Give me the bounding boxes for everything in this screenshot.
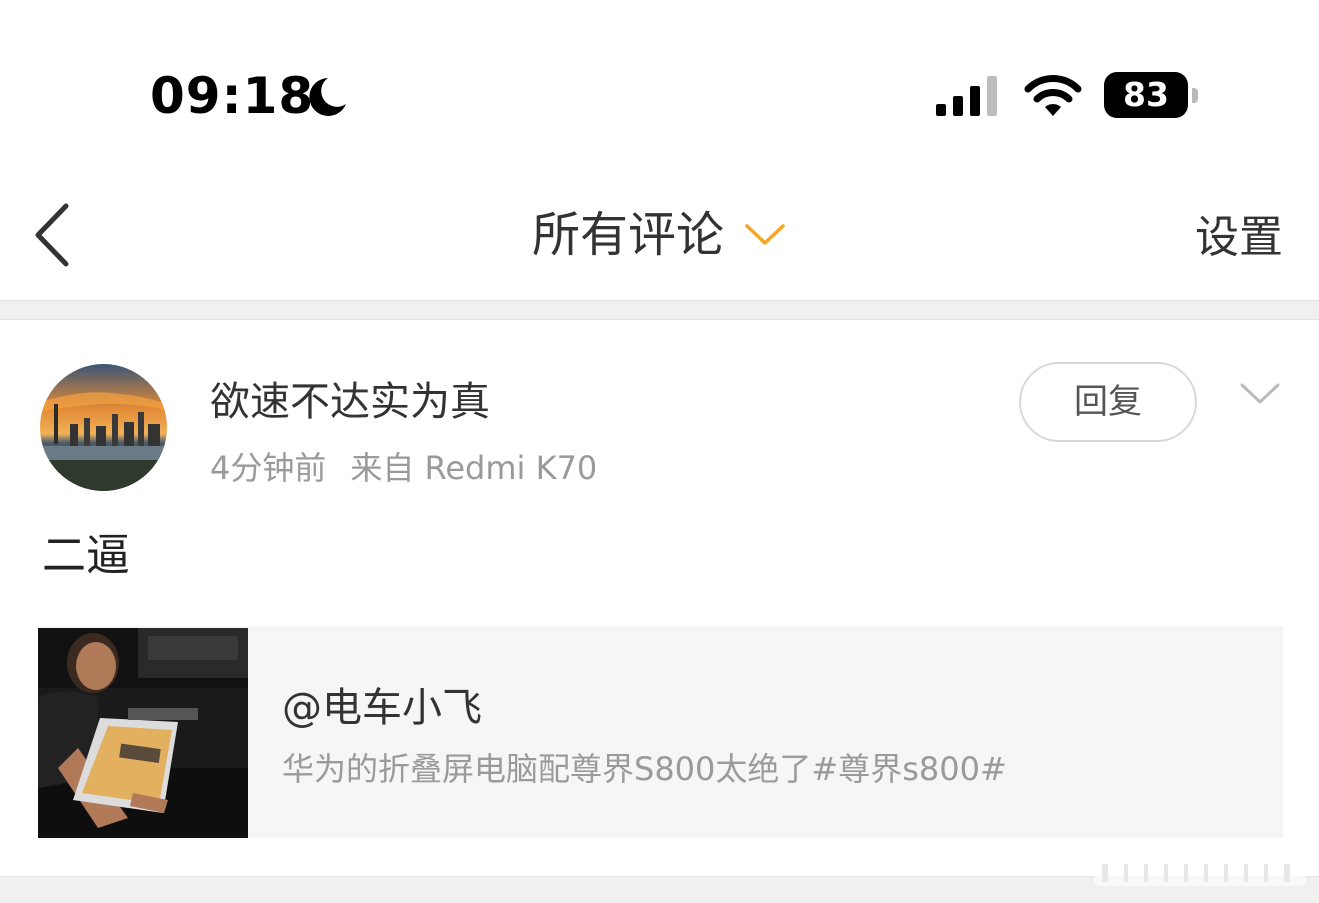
status-time: 09:18 <box>150 67 315 125</box>
comment-text: 二逼 <box>42 530 130 581</box>
time-ago: 4分钟前 <box>210 449 327 487</box>
avatar[interactable] <box>40 364 167 491</box>
chevron-down-icon <box>745 224 785 245</box>
moon-icon <box>309 78 346 116</box>
status-bar: 09:18 83 <box>0 0 1319 170</box>
wifi-icon <box>1024 75 1082 116</box>
device-source: 来自 Redmi K70 <box>350 449 598 487</box>
section-divider <box>0 300 1319 320</box>
signal-icon <box>936 76 997 116</box>
battery-level: 83 <box>1123 75 1169 114</box>
reply-button[interactable]: 回复 <box>1019 362 1197 442</box>
comment-meta: 4分钟前 来自 Redmi K70 <box>210 446 597 490</box>
battery-icon: 83 <box>1104 72 1200 120</box>
quoted-author[interactable]: @电车小飞 <box>282 680 482 736</box>
title-dropdown[interactable]: 所有评论 <box>532 202 786 268</box>
nav-bar: 所有评论 设置 <box>0 170 1319 300</box>
back-arrow-icon[interactable] <box>28 200 78 270</box>
watermark-lines <box>1094 860 1306 886</box>
chevron-down-icon[interactable] <box>1240 382 1280 406</box>
quoted-post-card[interactable]: @电车小飞 华为的折叠屏电脑配尊界S800太绝了#尊界s800# <box>38 626 1283 838</box>
settings-button[interactable]: 设置 <box>1195 210 1283 266</box>
page-title: 所有评论 <box>532 207 725 263</box>
quoted-text: 华为的折叠屏电脑配尊界S800太绝了#尊界s800# <box>282 750 1007 788</box>
comment-item: 欲速不达实为真 4分钟前 来自 Redmi K70 回复 二逼 @电车小飞 华为的… <box>0 320 1319 880</box>
quoted-post-thumbnail <box>38 628 248 838</box>
username[interactable]: 欲速不达实为真 <box>210 374 490 430</box>
